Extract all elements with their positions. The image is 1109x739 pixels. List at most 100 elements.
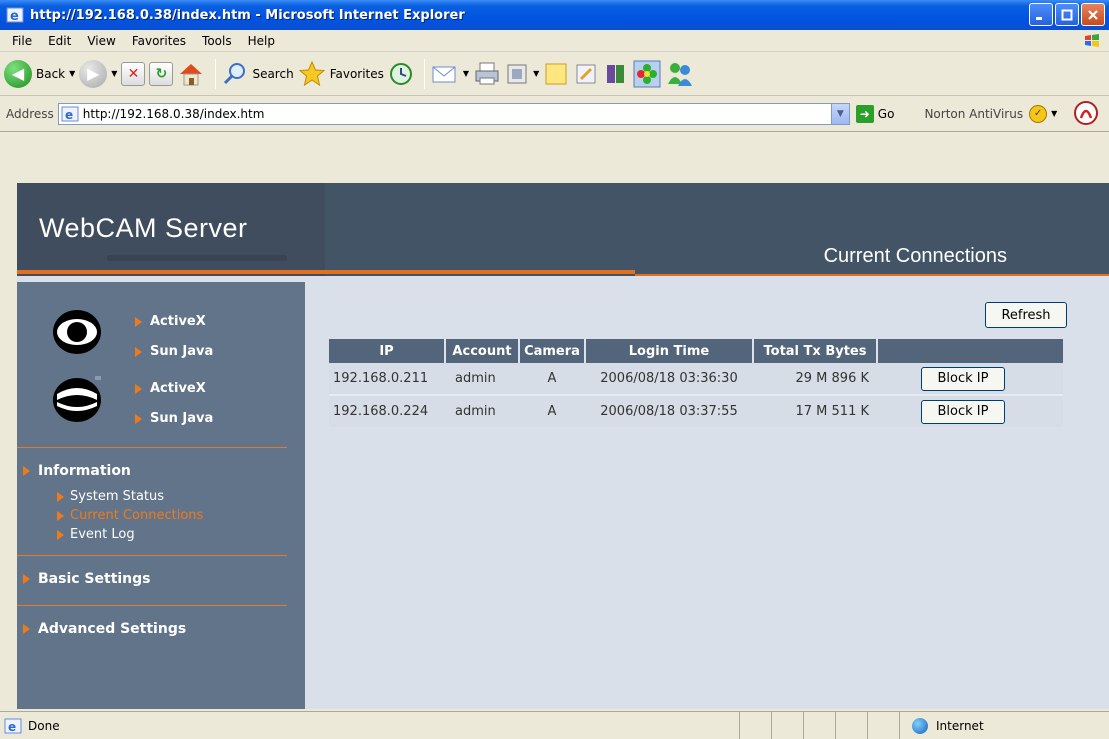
home-icon xyxy=(180,63,203,85)
menu-help[interactable]: Help xyxy=(240,34,283,48)
table-row: 192.168.0.211 admin A 2006/08/18 03:36:3… xyxy=(329,363,1063,396)
status-cell xyxy=(868,712,900,739)
print-button[interactable] xyxy=(473,56,501,92)
search-button[interactable]: Search xyxy=(222,56,294,92)
sidebar-item-information[interactable]: Information xyxy=(23,463,131,479)
arrow-right-icon xyxy=(23,574,30,584)
back-arrow-icon: ◀ xyxy=(4,59,32,88)
sidebar-divider xyxy=(17,555,287,556)
flower-icon xyxy=(633,60,661,87)
menu-view[interactable]: View xyxy=(79,34,123,48)
sidebar-item-current-connections[interactable]: Current Connections xyxy=(57,508,203,523)
title-bar: e http://192.168.0.38/index.htm - Micros… xyxy=(0,0,1109,30)
menu-edit[interactable]: Edit xyxy=(40,34,79,48)
icq-button[interactable] xyxy=(633,56,661,92)
favorites-button[interactable]: Favorites xyxy=(298,56,384,92)
arrow-right-icon xyxy=(57,529,64,540)
table-row: 192.168.0.224 admin A 2006/08/18 03:37:5… xyxy=(329,395,1063,427)
address-input[interactable] xyxy=(82,106,783,121)
pdf-icon[interactable] xyxy=(1073,100,1099,126)
chevron-down-icon: ▼ xyxy=(836,108,844,119)
system-status-label: System Status xyxy=(70,489,165,504)
cell-account: admin xyxy=(445,363,519,396)
maximize-icon xyxy=(1061,9,1073,20)
arrow-right-icon xyxy=(23,466,30,476)
menu-file[interactable]: File xyxy=(4,34,40,48)
arrow-right-icon xyxy=(135,316,142,327)
address-bar: Address e ▼ ➜ Go Norton AntiVirus ✓ ▼ xyxy=(0,96,1109,132)
camera1-activex-label: ActiveX xyxy=(150,314,206,329)
menu-favorites[interactable]: Favorites xyxy=(124,34,194,48)
menu-tools[interactable]: Tools xyxy=(194,34,240,48)
edit-button[interactable]: ▼ xyxy=(505,56,539,92)
toolbar: ◀ Back ▼ ▶ ▼ ✕ ↻ Search Favorites ▼ ▼ xyxy=(0,52,1109,96)
page-left-edge xyxy=(0,132,17,709)
address-dropdown-button[interactable]: ▼ xyxy=(830,103,849,124)
close-button[interactable] xyxy=(1081,3,1105,26)
norton-label: Norton AntiVirus xyxy=(924,106,1024,121)
stop-button[interactable]: ✕ xyxy=(121,56,146,92)
refresh-button[interactable]: Refresh xyxy=(985,302,1067,328)
forward-button[interactable]: ▶ ▼ xyxy=(79,56,117,92)
ie-logo-icon: e xyxy=(6,7,24,24)
notes-button[interactable] xyxy=(543,56,569,92)
block-ip-button[interactable]: Block IP xyxy=(921,366,1005,391)
status-cell xyxy=(804,712,836,739)
information-label: Information xyxy=(38,463,131,479)
cell-total-tx: 29 M 896 K xyxy=(753,363,877,396)
cell-action: Block IP xyxy=(877,363,1063,396)
norton-antivirus-button[interactable]: Norton AntiVirus ✓ ▼ xyxy=(924,104,1057,123)
camera1-activex-link[interactable]: ActiveX xyxy=(135,314,206,329)
search-icon xyxy=(224,62,246,84)
sidebar-item-basic-settings[interactable]: Basic Settings xyxy=(23,571,151,587)
ie-page-icon: e xyxy=(4,718,22,734)
norton-icon: ✓ xyxy=(1029,104,1048,123)
svg-text:e: e xyxy=(8,720,16,734)
back-button[interactable]: ◀ Back ▼ xyxy=(4,56,75,92)
refresh-page-button[interactable]: ↻ xyxy=(149,56,174,92)
camera1-java-label: Sun Java xyxy=(150,344,214,359)
sidebar-item-system-status[interactable]: System Status xyxy=(57,489,164,504)
title-banner: Current Connections xyxy=(325,183,1109,276)
arrow-right-icon xyxy=(57,491,64,502)
messenger-book-button[interactable] xyxy=(603,56,629,92)
history-button[interactable] xyxy=(388,56,414,92)
sidebar-item-event-log[interactable]: Event Log xyxy=(57,527,135,542)
column-header-ip: IP xyxy=(329,339,446,363)
research-button[interactable] xyxy=(573,56,599,92)
status-bar: e Done Internet xyxy=(0,711,1109,739)
cell-login-time: 2006/08/18 03:36:30 xyxy=(585,363,753,396)
current-connections-label: Current Connections xyxy=(70,508,204,523)
chevron-down-icon: ▼ xyxy=(111,69,118,78)
globe-icon xyxy=(912,717,928,734)
home-button[interactable] xyxy=(177,56,205,92)
messenger-icon xyxy=(668,62,693,86)
column-header-camera: Camera xyxy=(519,339,586,363)
history-icon xyxy=(389,62,412,85)
favorites-label: Favorites xyxy=(329,66,384,81)
minimize-icon xyxy=(1036,16,1042,20)
printer-icon xyxy=(475,62,499,84)
sidebar: ActiveX Sun Java ActiveX Sun Java Inform… xyxy=(17,282,305,709)
camera1-java-link[interactable]: Sun Java xyxy=(135,344,213,359)
security-zone: Internet xyxy=(900,712,1100,739)
toolbar-separator xyxy=(423,58,425,89)
camera2-activex-link[interactable]: ActiveX xyxy=(135,381,206,396)
close-icon xyxy=(1088,9,1098,20)
chevron-down-icon: ▼ xyxy=(462,69,470,78)
address-field[interactable]: e ▼ xyxy=(57,102,850,125)
cell-ip: 192.168.0.224 xyxy=(329,395,445,427)
go-button[interactable]: ➜ Go xyxy=(855,104,894,123)
minimize-button[interactable] xyxy=(1029,3,1053,26)
maximize-button[interactable] xyxy=(1055,3,1079,26)
messenger-button[interactable] xyxy=(665,56,695,92)
cell-account: admin xyxy=(445,395,519,427)
camera2-java-link[interactable]: Sun Java xyxy=(135,411,213,426)
block-ip-button[interactable]: Block IP xyxy=(921,399,1005,424)
chevron-down-icon: ▼ xyxy=(69,69,76,78)
column-header-actions xyxy=(877,339,1063,363)
mail-button[interactable]: ▼ xyxy=(431,56,469,92)
brand-underline xyxy=(107,255,287,261)
basic-settings-label: Basic Settings xyxy=(38,571,151,587)
sidebar-item-advanced-settings[interactable]: Advanced Settings xyxy=(23,621,186,637)
